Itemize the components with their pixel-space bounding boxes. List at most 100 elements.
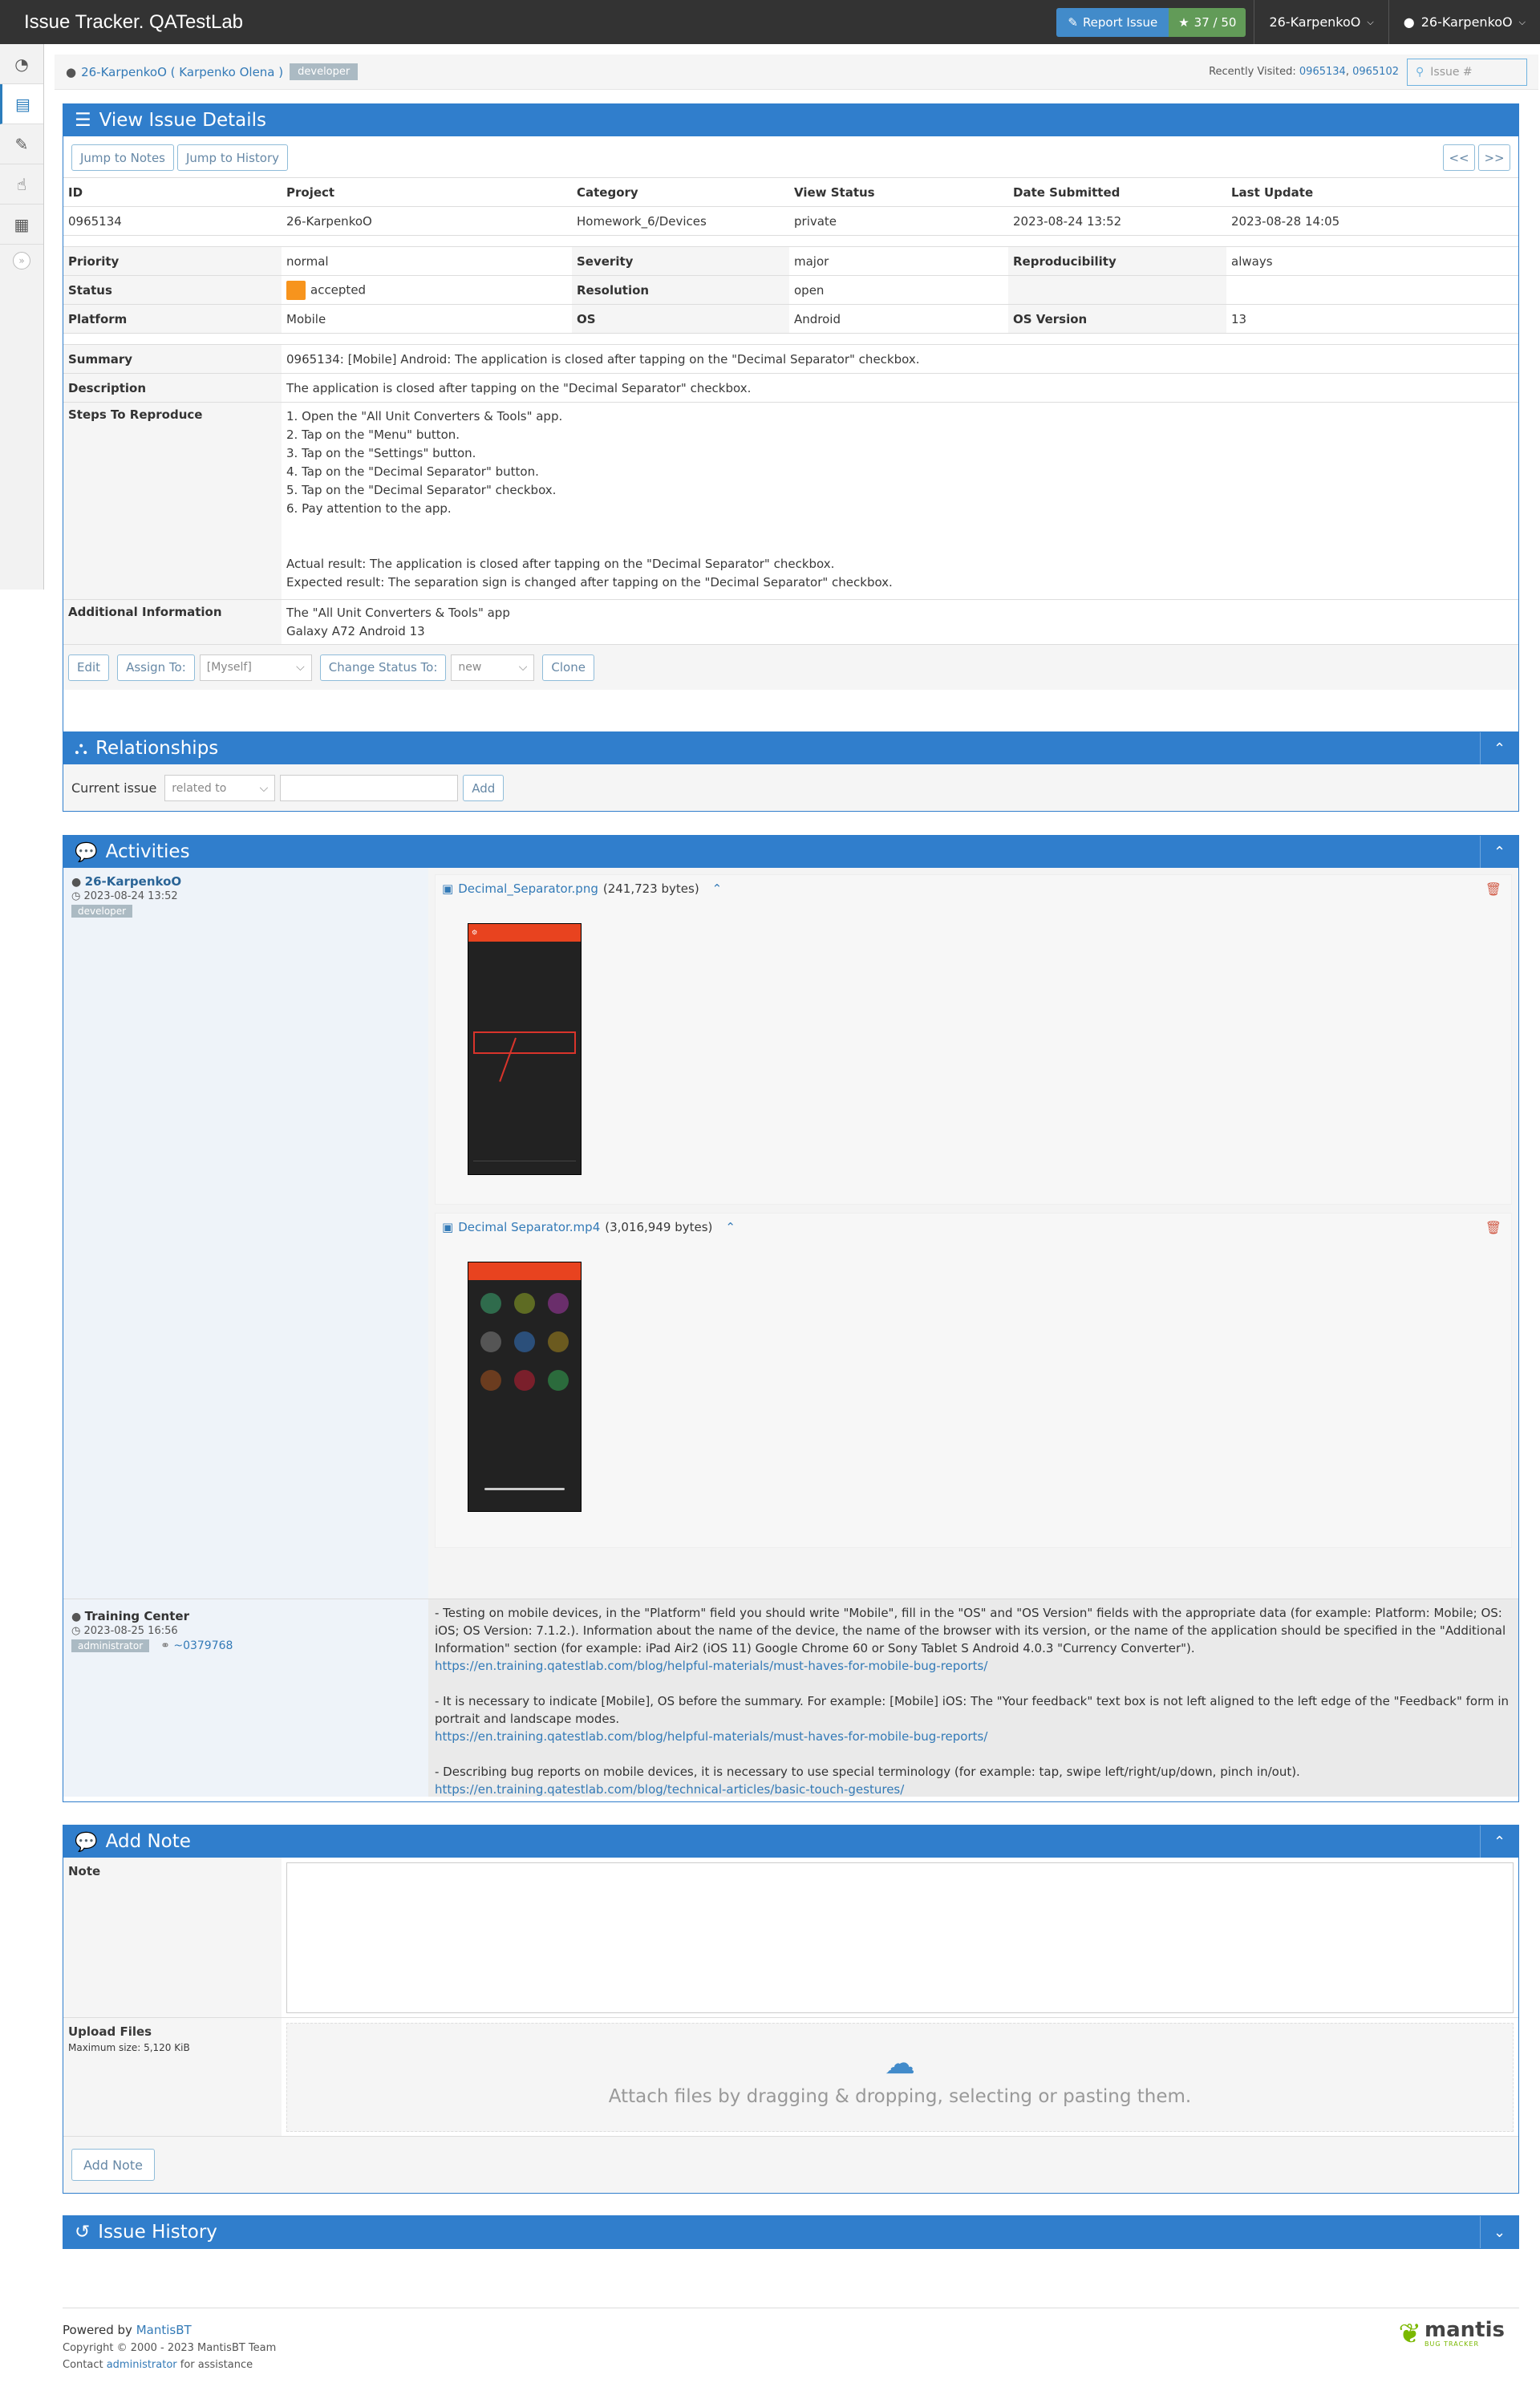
sidebar-collapse-toggle[interactable]: » [0,245,43,277]
note-link[interactable]: https://en.training.qatestlab.com/blog/h… [435,1657,1512,1675]
note-paragraph: - It is necessary to indicate [Mobile], … [435,1694,1510,1726]
widget-title: Issue History [98,2222,217,2243]
note-content: - Testing on mobile devices, in the "Pla… [428,1599,1518,1797]
attachment: ▣ Decimal Separator.mp4 (3,016,949 bytes… [435,1213,1512,1548]
clone-button[interactable]: Clone [542,654,594,681]
file-video-icon: ▣ [442,1220,454,1234]
edit-button[interactable]: Edit [68,654,110,681]
recent-issue-link[interactable]: 0965102 [1352,66,1399,78]
assign-to-button[interactable]: Assign To: [117,654,195,681]
previous-issue-button[interactable]: << [1443,144,1475,171]
status-text: accepted [310,282,367,297]
recently-visited-label: Recently Visited: [1209,66,1296,78]
relationships-widget: ⛬ Relationships ⌃ Current issue related … [63,731,1519,812]
issue-id: 0965134 [63,206,282,236]
file-dropzone[interactable]: ☁ Attach files by dragging & dropping, s… [286,2023,1514,2132]
sidebar-item-dashboard[interactable]: ◔ [0,44,43,84]
add-note-header: 💬 Add Note ⌃ [63,1826,1518,1858]
list-icon: ☰ [75,110,91,131]
issue-search-input[interactable]: ⚲ Issue # [1407,58,1527,86]
issue-view-status: private [789,206,1008,236]
activity-author-link[interactable]: 26-KarpenkoO [85,874,181,889]
issue-date-submitted: 2023-08-24 13:52 [1008,206,1226,236]
mantis-logo-icon: ❦ [1398,2317,1422,2350]
activity-date: 2023-08-24 13:52 [83,890,178,902]
activities-header: 💬 Activities ⌃ [63,836,1518,868]
widget-title: Activities [105,841,190,862]
severity-value: major [789,246,1008,276]
issue-history-header[interactable]: ↺ Issue History ⌄ [63,2216,1518,2248]
field-label: OS [572,304,789,334]
attachment-preview-image[interactable]: ⚙ [468,923,582,1175]
attachment-size: (3,016,949 bytes) [605,1220,713,1234]
edit-icon: ✎ [14,134,29,154]
recent-issue-link[interactable]: 0965134 [1299,66,1346,78]
collapse-toggle[interactable]: ⌃ [1480,732,1518,764]
comment-icon: 💬 [75,1831,98,1853]
step-line: 3. Tap on the "Settings" button. [286,446,476,460]
expand-toggle[interactable]: ⌄ [1480,2216,1518,2248]
jump-to-notes-button[interactable]: Jump to Notes [71,144,174,171]
attachment-link[interactable]: Decimal_Separator.png [458,881,598,896]
app-title[interactable]: Issue Tracker. QATestLab [24,11,243,34]
collapse-toggle[interactable]: ⌃ [1480,1826,1518,1858]
user-dropdown-label: 26-KarpenkoO [1420,14,1513,30]
step-line: 5. Tap on the "Decimal Separator" checkb… [286,483,557,497]
delete-attachment-icon[interactable]: 🗑 [1485,881,1502,897]
assign-to-select[interactable]: [Myself] ⌵ [199,654,312,681]
activity-date: 2023-08-25 16:56 [83,1625,178,1637]
add-note-widget: 💬 Add Note ⌃ Note Upload Files Maximum s… [63,1825,1519,2194]
sidebar-item-report-issue[interactable]: ✎ [0,124,43,164]
attachment-size: (241,723 bytes) [602,881,699,896]
view-issue-header: ☰ View Issue Details [63,104,1518,136]
jump-to-history-button[interactable]: Jump to History [176,144,289,171]
user-dropdown[interactable]: ● 26-KarpenkoO ⌵ [1388,0,1540,44]
platform-value: Mobile [282,304,572,334]
chevron-up-icon[interactable]: ⌃ [725,1220,736,1234]
field-label: Resolution [572,275,789,305]
status-color-icon [286,280,306,300]
add-note-button[interactable]: Add Note [71,2149,155,2181]
issue-details-table: ID Project Category View Status Date Sub… [63,177,1518,645]
delete-attachment-icon[interactable]: 🗑 [1485,1220,1502,1235]
thumbs-up-icon: ☝ [16,174,27,194]
change-status-select[interactable]: new ⌵ [451,654,535,681]
user-icon: ● [1403,14,1415,30]
summary-value: 0965134: [Mobile] Android: The applicati… [282,344,1518,374]
add-relationship-button[interactable]: Add [463,775,505,801]
activity-author-panel: ● 26-KarpenkoO ◷ 2023-08-24 13:52 develo… [63,868,428,1599]
note-textarea[interactable] [286,1862,1514,2013]
max-size-label: Maximum size: 5,120 KiB [68,2042,190,2053]
expected-result: Expected result: The separation sign is … [286,575,893,590]
field-label: Severity [572,246,789,276]
column-header: Last Update [1226,177,1518,207]
breadcrumb-user-link[interactable]: 26-KarpenkoO ( Karpenko Olena ) [81,65,283,79]
attachment-link[interactable]: Decimal Separator.mp4 [458,1220,600,1234]
mantisbt-link[interactable]: MantisBT [136,2323,192,2337]
note-link[interactable]: https://en.training.qatestlab.com/blog/t… [435,1781,1512,1798]
field-label: Steps To Reproduce [63,402,282,600]
empty-cell [1226,275,1518,305]
column-header: Project [282,177,572,207]
sidebar-item-view-issues[interactable]: ▤ [0,84,43,124]
administrator-link[interactable]: administrator [107,2359,177,2371]
collapse-toggle[interactable]: ⌃ [1480,836,1518,868]
report-issue-button[interactable]: ✎ Report Issue [1056,7,1169,37]
change-status-button[interactable]: Change Status To: [319,654,447,681]
note-link[interactable]: https://en.training.qatestlab.com/blog/h… [435,1728,1512,1745]
note-permalink[interactable]: ~0379768 [173,1639,233,1652]
breadcrumb: ● 26-KarpenkoO ( Karpenko Olena ) develo… [55,55,1538,90]
footer: Powered by MantisBT Copyright © 2000 - 2… [63,2308,1519,2371]
sidebar-item-change-log[interactable]: ☝ [0,164,43,205]
issue-count-button[interactable]: ★ 37 / 50 [1169,7,1246,37]
mantis-logo[interactable]: ❦ mantis BUG TRACKER [1399,2320,1505,2348]
column-header: Category [572,177,789,207]
chevron-up-icon[interactable]: ⌃ [712,881,723,896]
reproducibility-value: always [1226,246,1518,276]
related-issue-input[interactable] [280,775,459,801]
next-issue-button[interactable]: >> [1478,144,1510,171]
relation-type-select[interactable]: related to ⌵ [164,775,276,801]
attachment-preview-video[interactable] [468,1262,582,1512]
sidebar-item-summary[interactable]: ▦ [0,205,43,245]
project-dropdown[interactable]: 26-KarpenkoO ⌵ [1254,0,1388,44]
